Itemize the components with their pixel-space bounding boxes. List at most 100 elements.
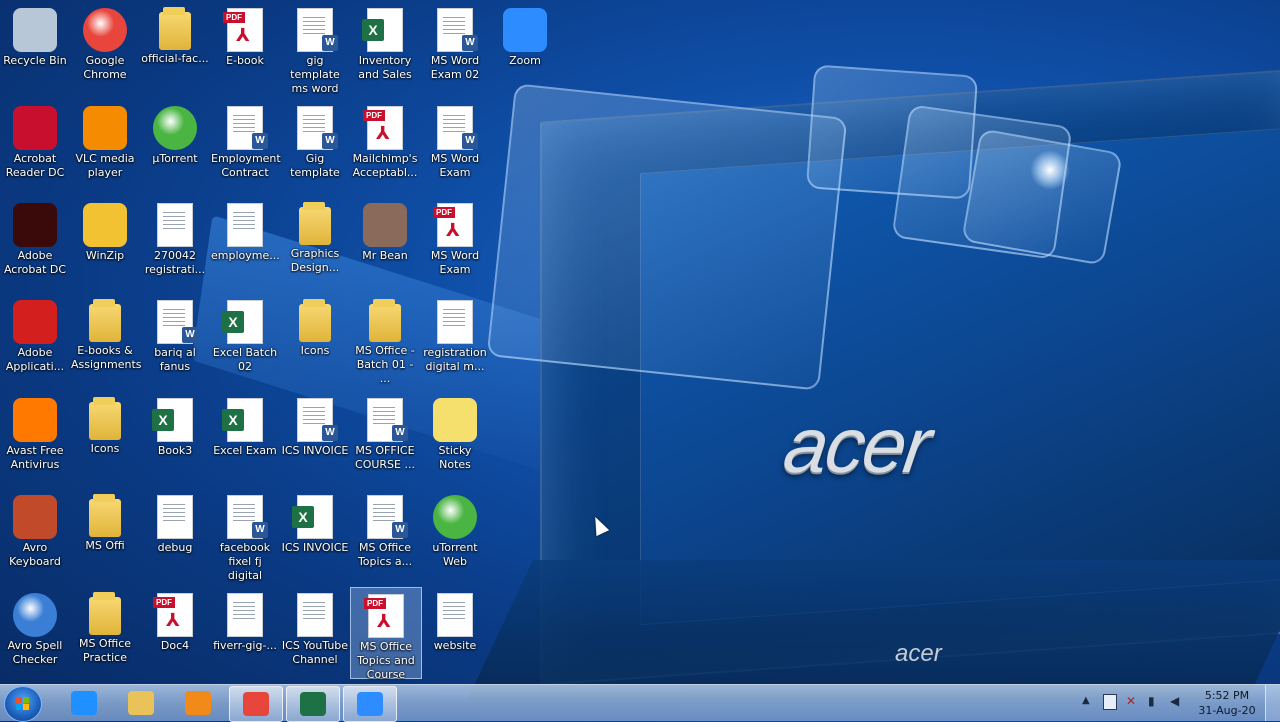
word-doc-icon: W <box>367 398 408 442</box>
desktop-icon[interactable]: Zoom <box>490 2 560 68</box>
desktop-icon[interactable]: PDF ⅄ MS Office Topics and Course <box>350 587 422 681</box>
desktop-icon[interactable]: Adobe Applicati... <box>0 294 70 374</box>
desktop-icon[interactable]: Sticky Notes <box>420 392 490 472</box>
desktop-icon[interactable]: Acrobat Reader DC <box>0 100 70 180</box>
word-doc-icon: W <box>367 495 408 539</box>
desktop-icon[interactable]: W MS OFFICE COURSE ... <box>350 392 420 472</box>
excel-taskbar-icon <box>300 692 326 716</box>
desktop-icon[interactable]: Wfacebook fixel fj digital <box>210 489 280 583</box>
desktop-icon[interactable]: website <box>420 587 490 653</box>
desktop-icon[interactable]: MS Office - Batch 01 - ... <box>350 294 420 386</box>
network-icon[interactable]: ▮ <box>1148 694 1155 708</box>
desktop-icon[interactable]: Avro Spell Checker <box>0 587 70 667</box>
desktop-icon-label: MS OFFICE COURSE ... <box>355 444 415 471</box>
acrobat-symbol-icon: ⅄ <box>377 611 391 632</box>
word-badge-icon: W <box>252 522 268 538</box>
desktop-icon-label: Recycle Bin <box>3 54 67 67</box>
desktop-icon[interactable]: Icons <box>280 294 350 358</box>
pdf-icon: PDF ⅄ <box>433 203 473 247</box>
tray-alert-icon[interactable]: ✕ <box>1126 694 1136 708</box>
document-icon <box>227 593 263 637</box>
desktop-icon[interactable]: Graphics Design... <box>280 197 350 275</box>
desktop-icon-label: Gig template <box>290 152 340 179</box>
desktop-icon[interactable]: WinZip <box>70 197 140 263</box>
desktop-icon[interactable]: X ICS INVOICE <box>280 489 350 555</box>
document-icon <box>157 495 193 539</box>
desktop-icon[interactable]: X Book3 <box>140 392 210 458</box>
desktop-icon[interactable]: W ICS INVOICE <box>280 392 350 458</box>
desktop-icon-label: registration digital m... <box>423 346 487 373</box>
folder-icon <box>299 202 331 245</box>
desktop-icon-label: Avast Free Antivirus <box>6 444 64 471</box>
taskbar-app-button[interactable] <box>172 686 224 720</box>
desktop-icon-label: Mr Bean <box>362 249 408 262</box>
desktop-icon-label: Sticky Notes <box>438 444 472 471</box>
desktop-icon[interactable]: PDF ⅄ Mailchimp's Acceptabl... <box>350 100 420 180</box>
desktop-icon[interactable]: X Excel Exam <box>210 392 280 458</box>
taskbar-app-button[interactable] <box>229 686 283 722</box>
desktop-icon-label: debug <box>157 541 193 554</box>
desktop-icon[interactable]: X Inventory and Sales <box>350 2 420 82</box>
acrobat-symbol-icon: ⅄ <box>166 610 180 631</box>
desktop-icon[interactable]: PDF ⅄ MS Word Exam <box>420 197 490 277</box>
desktop-icon-label: E-books & Assignments <box>71 344 142 371</box>
volume-icon[interactable]: ◀ <box>1170 694 1179 708</box>
chrome-icon <box>83 8 127 52</box>
desktop-icon[interactable]: E-books & Assignments <box>70 294 142 372</box>
word-doc-icon: W <box>297 398 338 442</box>
utorrent-icon <box>153 106 197 150</box>
excel-badge-icon: X <box>362 19 384 41</box>
desktop-icon-label: Avro Keyboard <box>9 541 61 568</box>
desktop-icon[interactable]: µTorrent <box>140 100 210 166</box>
taskbar-app-button[interactable] <box>58 686 110 720</box>
desktop-icon[interactable]: VLC media player <box>70 100 140 180</box>
wallpaper-light-glow <box>1030 150 1070 190</box>
clock-date: 31-Aug-20 <box>1198 704 1256 717</box>
action-center-icon[interactable] <box>1103 694 1117 710</box>
desktop-icon[interactable]: Icons <box>70 392 140 456</box>
start-button[interactable] <box>4 686 42 722</box>
desktop-icon[interactable]: registration digital m... <box>420 294 490 374</box>
taskbar-app-button[interactable] <box>343 686 397 722</box>
taskbar-app-button[interactable] <box>286 686 340 722</box>
desktop-icon[interactable]: debug <box>140 489 210 555</box>
desktop-icon[interactable]: ICS YouTube Channel <box>280 587 350 667</box>
tray-expand-icon[interactable]: ▲ <box>1082 695 1090 706</box>
desktop-icon[interactable]: W Gig template <box>280 100 350 180</box>
show-desktop-button[interactable] <box>1265 685 1280 721</box>
desktop-icon[interactable]: PDF ⅄ E-book <box>210 2 280 68</box>
taskbar-clock[interactable]: 5:52 PM 31-Aug-20 <box>1196 688 1258 718</box>
desktop-icon-label: Icons <box>300 344 330 357</box>
desktop-icon[interactable]: W Employment Contract <box>210 100 281 180</box>
desktop-icon[interactable]: Avro Keyboard <box>0 489 70 569</box>
desktop-icon[interactable]: employme... <box>210 197 280 263</box>
folder-icon <box>299 299 331 342</box>
desktop-icon[interactable]: official-fac... <box>140 2 210 66</box>
desktop-icon[interactable]: Mr Bean <box>350 197 420 263</box>
desktop-icon[interactable]: W MS Word Exam 02 <box>420 2 490 82</box>
desktop-icon[interactable]: Recycle Bin <box>0 2 70 68</box>
folder-icon <box>89 592 121 635</box>
desktop-icon-label: Mailchimp's Acceptabl... <box>352 152 418 179</box>
desktop-icon-label: Graphics Design... <box>290 247 340 274</box>
desktop-icon[interactable]: uTorrent Web <box>420 489 490 569</box>
desktop-icon[interactable]: W MS Word Exam <box>420 100 490 180</box>
desktop-icon[interactable]: X Excel Batch 02 <box>210 294 280 374</box>
desktop-icon[interactable]: W MS Office Topics a... <box>350 489 420 569</box>
desktop-icon-label: Book3 <box>157 444 193 457</box>
desktop-icon[interactable]: Adobe Acrobat DC <box>0 197 70 277</box>
desktop-icon[interactable]: 270042 registrati... <box>140 197 210 277</box>
desktop-icon[interactable]: Wgig template ms word <box>280 2 350 96</box>
desktop-icon[interactable]: Wbariq al fanus <box>140 294 210 374</box>
desktop-icon-label: Zoom <box>509 54 541 67</box>
clock-time: 5:52 PM <box>1204 689 1250 702</box>
word-doc-icon: W <box>227 106 268 150</box>
taskbar-app-button[interactable] <box>115 686 167 720</box>
desktop-icon[interactable]: Google Chrome <box>70 2 140 82</box>
desktop-icon[interactable]: MS Office Practice <box>70 587 140 665</box>
desktop-icon[interactable]: fiverr-gig-... <box>210 587 280 653</box>
desktop-icon[interactable]: PDF ⅄ Doc4 <box>140 587 210 653</box>
pdf-badge-icon: PDF <box>153 597 175 608</box>
desktop-icon[interactable]: Avast Free Antivirus <box>0 392 70 472</box>
desktop-icon[interactable]: MS Offi <box>70 489 140 553</box>
